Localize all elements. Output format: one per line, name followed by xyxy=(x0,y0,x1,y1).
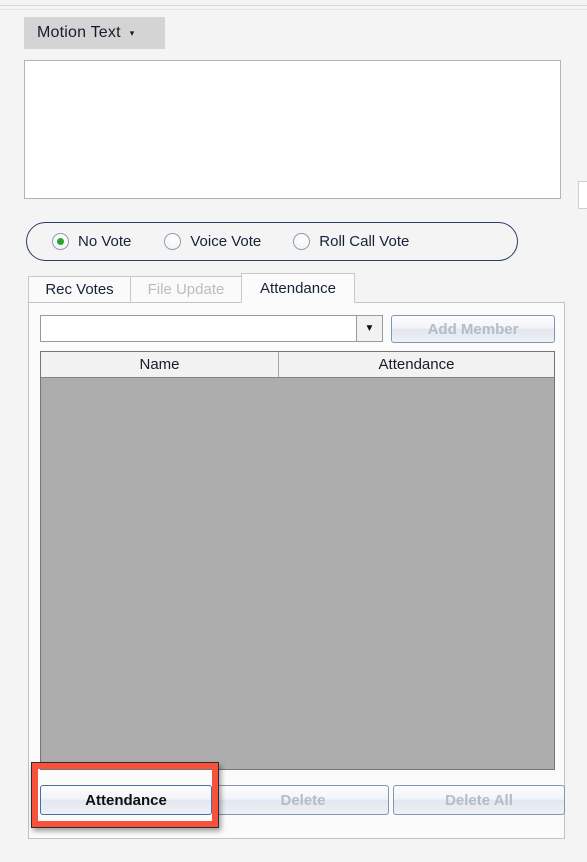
tab-attendance[interactable]: Attendance xyxy=(241,273,355,303)
attendance-grid-body-empty[interactable] xyxy=(41,378,554,769)
column-header-attendance-label: Attendance xyxy=(378,356,455,373)
vote-type-radio-group: No Vote Voice Vote Roll Call Vote xyxy=(26,222,518,261)
attendance-button[interactable]: Attendance xyxy=(40,785,212,815)
radio-unselected-icon xyxy=(164,233,182,250)
triangle-down-icon: ▼ xyxy=(364,322,375,334)
combobox-dropdown-arrow-icon[interactable]: ▼ xyxy=(356,316,382,341)
radio-no-vote[interactable]: No Vote xyxy=(52,233,131,250)
tab-rec-votes[interactable]: Rec Votes xyxy=(28,276,131,303)
chevron-down-icon: ▾ xyxy=(129,27,135,38)
tab-strip: Rec Votes File Update Attendance xyxy=(28,273,565,303)
attendance-grid[interactable]: Name Attendance xyxy=(40,351,555,770)
attendance-button-label: Attendance xyxy=(85,791,167,809)
member-combobox[interactable]: ▼ xyxy=(40,315,383,342)
tab-rec-votes-label: Rec Votes xyxy=(45,281,114,298)
add-member-button-label: Add Member xyxy=(427,320,519,338)
member-combobox-input[interactable] xyxy=(41,316,356,341)
delete-all-button[interactable]: Delete All xyxy=(393,785,565,815)
radio-voice-vote[interactable]: Voice Vote xyxy=(164,233,261,250)
radio-roll-call-vote-label: Roll Call Vote xyxy=(319,233,410,250)
tab-control: Rec Votes File Update Attendance ▼ Add M… xyxy=(28,273,565,839)
window-top-divider-secondary xyxy=(0,9,587,10)
attendance-grid-header: Name Attendance xyxy=(41,352,554,378)
clipped-edge-element xyxy=(578,181,587,209)
attendance-tab-panel: ▼ Add Member Name Attendance Attendance … xyxy=(28,302,565,839)
tab-attendance-label: Attendance xyxy=(260,279,336,297)
delete-all-button-label: Delete All xyxy=(445,791,513,809)
window-top-divider xyxy=(0,5,587,6)
delete-button[interactable]: Delete xyxy=(217,785,389,815)
motion-text-input[interactable] xyxy=(24,60,561,199)
application-window: Motion Text ▾ No Vote Voice Vote Roll Ca… xyxy=(0,0,587,862)
radio-voice-vote-label: Voice Vote xyxy=(190,233,262,250)
radio-no-vote-label: No Vote xyxy=(78,233,132,250)
radio-roll-call-vote[interactable]: Roll Call Vote xyxy=(293,233,409,250)
tab-file-update-label: File Update xyxy=(147,281,225,298)
tab-file-update: File Update xyxy=(130,276,242,303)
radio-selected-icon xyxy=(52,233,69,250)
add-member-button[interactable]: Add Member xyxy=(391,315,555,343)
motion-text-button[interactable]: Motion Text ▾ xyxy=(24,17,165,49)
motion-text-label: Motion Text xyxy=(37,24,121,41)
delete-button-label: Delete xyxy=(280,791,326,809)
column-header-name[interactable]: Name xyxy=(41,352,279,377)
column-header-name-label: Name xyxy=(139,356,180,373)
radio-unselected-icon xyxy=(293,233,311,250)
column-header-attendance[interactable]: Attendance xyxy=(279,352,554,377)
